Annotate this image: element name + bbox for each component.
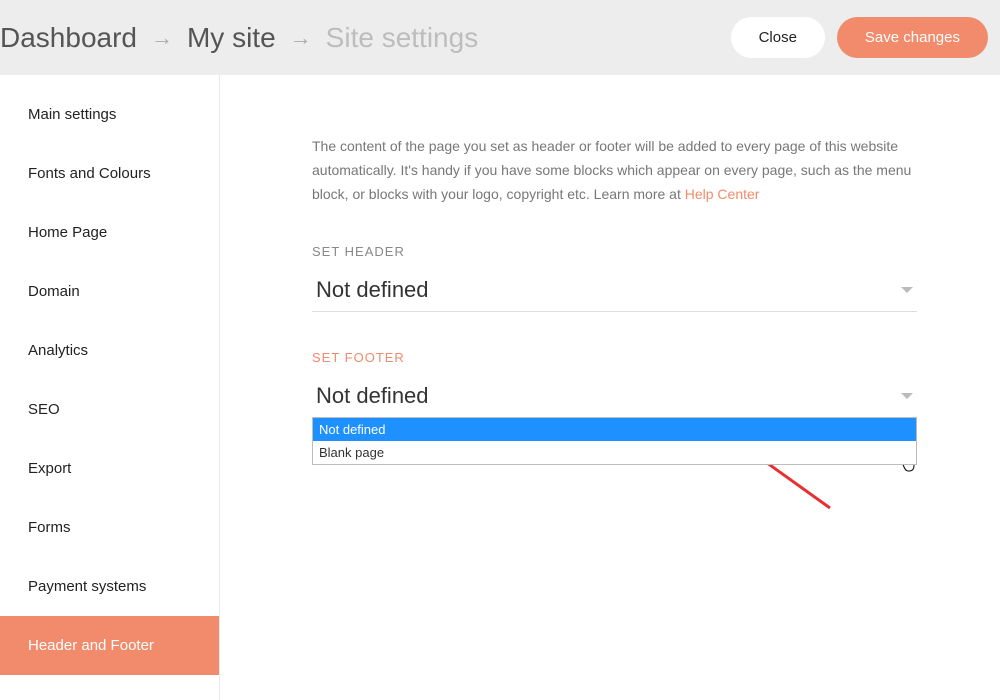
dropdown-option-blank-page[interactable]: Blank page [313, 441, 916, 464]
sidebar: Main settings Fonts and Colours Home Pag… [0, 75, 220, 700]
intro-text: The content of the page you set as heade… [312, 135, 917, 206]
layout: Main settings Fonts and Colours Home Pag… [0, 75, 1000, 700]
save-changes-button[interactable]: Save changes [837, 17, 988, 58]
sidebar-item-forms[interactable]: Forms [0, 498, 219, 557]
sidebar-item-analytics[interactable]: Analytics [0, 321, 219, 380]
sidebar-item-home-page[interactable]: Home Page [0, 203, 219, 262]
help-center-link[interactable]: Help Center [685, 186, 760, 202]
sidebar-item-main-settings[interactable]: Main settings [0, 85, 219, 144]
arrow-icon: → [290, 25, 312, 51]
sidebar-item-seo[interactable]: SEO [0, 380, 219, 439]
chevron-down-icon [901, 287, 913, 293]
set-header-value: Not defined [316, 277, 429, 303]
set-footer-label: SET FOOTER [312, 350, 955, 365]
sidebar-item-payment-systems[interactable]: Payment systems [0, 557, 219, 616]
sidebar-item-fonts-colours[interactable]: Fonts and Colours [0, 144, 219, 203]
sidebar-item-export[interactable]: Export [0, 439, 219, 498]
sidebar-item-domain[interactable]: Domain [0, 262, 219, 321]
breadcrumbs: Dashboard → My site → Site settings [0, 22, 731, 54]
content-panel: The content of the page you set as heade… [220, 75, 1000, 700]
close-button[interactable]: Close [731, 17, 825, 58]
dropdown-option-not-defined[interactable]: Not defined [313, 418, 916, 441]
set-header-select[interactable]: Not defined [312, 269, 917, 312]
arrow-icon: → [151, 25, 173, 51]
sidebar-item-header-footer[interactable]: Header and Footer [0, 616, 219, 675]
set-footer-group: SET FOOTER Not defined Not defined Blank… [312, 350, 955, 418]
set-footer-dropdown: Not defined Blank page [312, 417, 917, 465]
set-header-group: SET HEADER Not defined [312, 244, 955, 312]
breadcrumb-current: Site settings [326, 22, 479, 54]
top-bar: Dashboard → My site → Site settings Clos… [0, 0, 1000, 75]
chevron-down-icon [901, 393, 913, 399]
set-footer-select[interactable]: Not defined Not defined Blank page [312, 375, 917, 418]
intro-body: The content of the page you set as heade… [312, 138, 911, 202]
set-header-label: SET HEADER [312, 244, 955, 259]
set-footer-value: Not defined [316, 383, 429, 409]
breadcrumb-dashboard[interactable]: Dashboard [0, 22, 137, 54]
breadcrumb-mysite[interactable]: My site [187, 22, 276, 54]
